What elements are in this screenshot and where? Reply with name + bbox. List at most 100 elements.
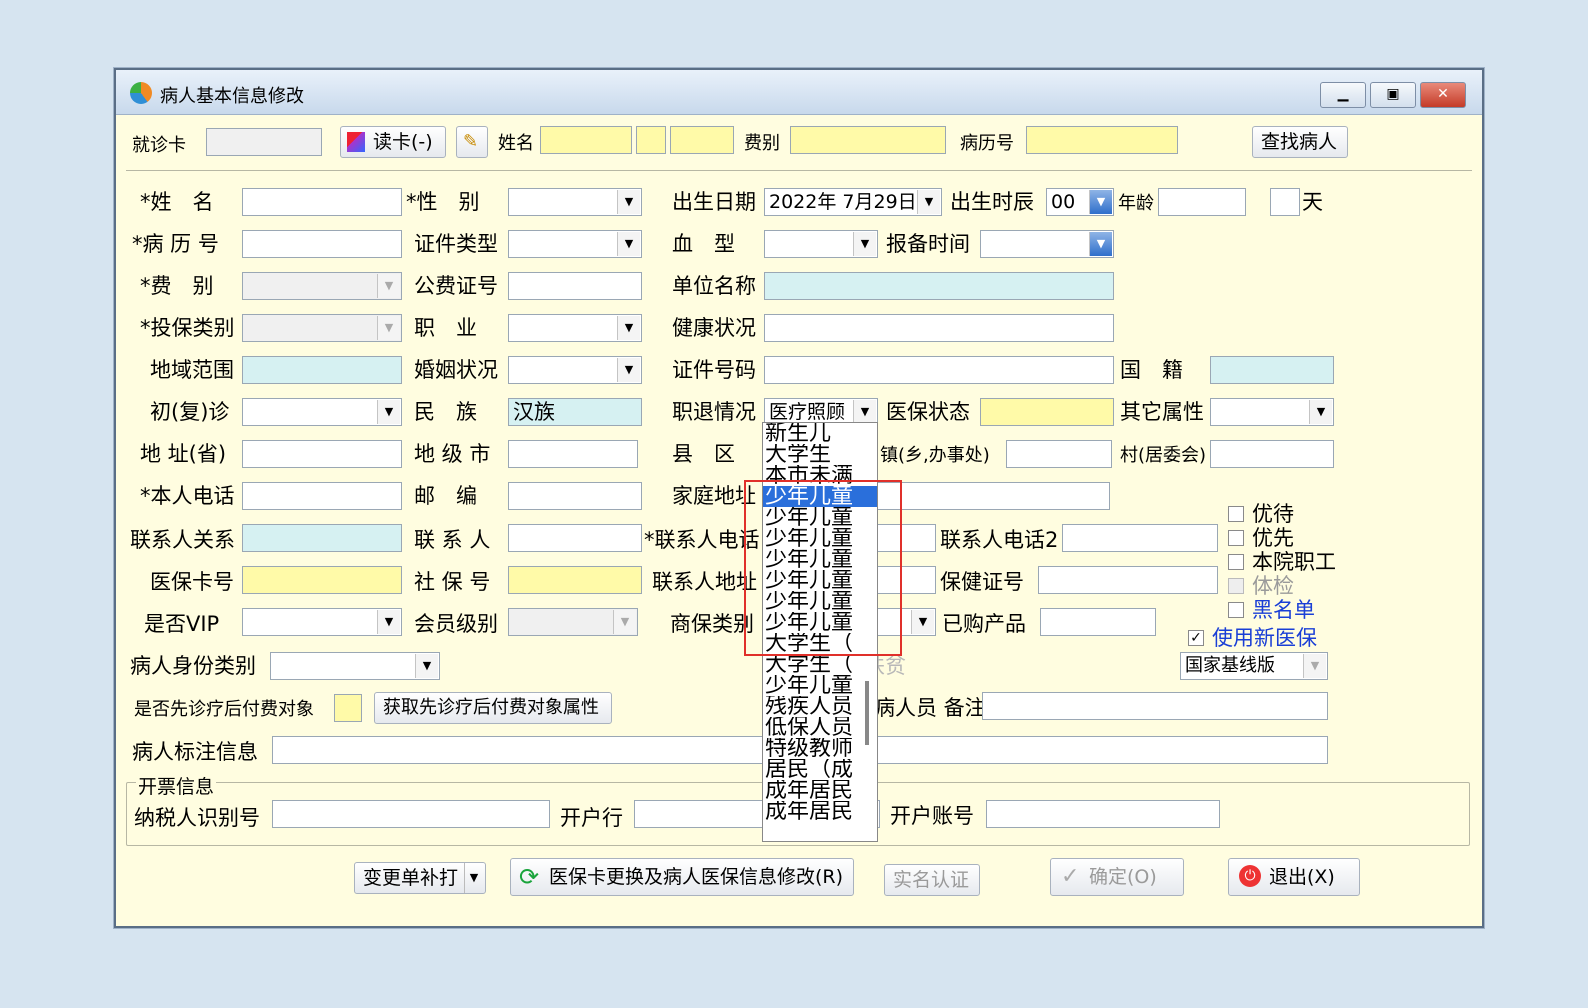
birth-hour-select[interactable]: 00 ▼ bbox=[1046, 188, 1114, 216]
contact-label: 联 系 人 bbox=[414, 528, 491, 552]
visit-select[interactable]: ▼ bbox=[242, 398, 402, 426]
region-field[interactable] bbox=[242, 356, 402, 384]
nationality-field[interactable] bbox=[1210, 356, 1334, 384]
read-card-label: 读卡(-) bbox=[373, 131, 433, 153]
top-name-field-3[interactable] bbox=[670, 126, 734, 154]
gender-select[interactable]: ▼ bbox=[508, 188, 642, 216]
top-name-field[interactable] bbox=[540, 126, 632, 154]
checkbox[interactable] bbox=[1228, 602, 1244, 618]
phone-label: *本人电话 bbox=[140, 484, 235, 508]
reprint-button[interactable]: 变更单补打 ▼ bbox=[354, 862, 486, 894]
town-field[interactable] bbox=[1006, 440, 1112, 468]
dropdown-option[interactable]: 成年居民 bbox=[763, 801, 877, 822]
birth-hour-value: 00 bbox=[1051, 191, 1076, 213]
ok-button[interactable]: ✓ 确定(O) bbox=[1050, 858, 1184, 896]
ethnic-field[interactable]: 汉族 bbox=[508, 398, 642, 426]
contact-rel-field[interactable] bbox=[242, 524, 402, 552]
member-level-select[interactable]: ▼ bbox=[508, 608, 638, 636]
search-patient-button[interactable]: 查找病人 bbox=[1252, 126, 1348, 158]
age-field[interactable] bbox=[1158, 188, 1246, 216]
blood-select[interactable]: ▼ bbox=[764, 230, 878, 258]
dropdown-option[interactable]: 居民（成 bbox=[763, 759, 877, 780]
dropdown-scrollbar[interactable] bbox=[865, 681, 869, 745]
birth-date-picker[interactable]: 2022年 7月29日 ▼ bbox=[764, 188, 942, 216]
social-no-field[interactable] bbox=[508, 566, 642, 594]
fee-type-select[interactable]: ▼ bbox=[242, 272, 402, 300]
other-attr-select[interactable]: ▼ bbox=[1210, 398, 1334, 426]
insure-status-field[interactable] bbox=[980, 398, 1114, 426]
checkbox[interactable] bbox=[1228, 506, 1244, 522]
dropdown-option[interactable]: 特级教师 bbox=[763, 738, 877, 759]
dropdown-option[interactable]: 少年儿童 bbox=[763, 675, 877, 696]
close-button[interactable]: ✕ bbox=[1420, 82, 1466, 108]
contact-phone2-field[interactable] bbox=[1062, 524, 1218, 552]
public-fee-field[interactable] bbox=[508, 272, 642, 300]
tax-id-field[interactable] bbox=[272, 800, 550, 828]
title-bar[interactable]: 病人基本信息修改 ▁ ▣ ✕ bbox=[116, 70, 1482, 115]
maximize-button[interactable]: ▣ bbox=[1370, 82, 1416, 108]
account-field[interactable] bbox=[986, 800, 1220, 828]
contact-field[interactable] bbox=[508, 524, 642, 552]
checkbox[interactable] bbox=[1228, 554, 1244, 570]
read-card-button[interactable]: 读卡(-) bbox=[340, 126, 446, 158]
dropdown-option[interactable]: 低保人员 bbox=[763, 717, 877, 738]
dropdown-option[interactable]: 成年居民 bbox=[763, 780, 877, 801]
phone-field[interactable] bbox=[242, 482, 402, 510]
record-no-label: *病 历 号 bbox=[132, 232, 219, 256]
report-time-select[interactable]: ▼ bbox=[980, 230, 1114, 258]
realname-button[interactable]: 实名认证 bbox=[884, 864, 980, 896]
insure-card-field[interactable] bbox=[242, 566, 402, 594]
health-cert-field[interactable] bbox=[1038, 566, 1218, 594]
purchased-field[interactable] bbox=[1040, 608, 1156, 636]
blood-label: 血 型 bbox=[672, 232, 735, 256]
name-field[interactable] bbox=[242, 188, 402, 216]
top-separator bbox=[126, 170, 1472, 171]
checkbox[interactable] bbox=[1228, 578, 1244, 594]
window-title: 病人基本信息修改 bbox=[160, 86, 304, 107]
minimize-button[interactable]: ▁ bbox=[1320, 82, 1366, 108]
postcode-label: 邮 编 bbox=[414, 484, 477, 508]
card-field[interactable] bbox=[206, 128, 322, 156]
health-field[interactable] bbox=[764, 314, 1114, 342]
power-icon: ⏻ bbox=[1239, 865, 1261, 887]
dropdown-option[interactable]: 新生儿 bbox=[763, 423, 877, 444]
top-fee-field[interactable] bbox=[790, 126, 946, 154]
addr-prov-field[interactable] bbox=[242, 440, 402, 468]
visit-label: 初(复)诊 bbox=[150, 400, 230, 424]
village-field[interactable] bbox=[1210, 440, 1334, 468]
exit-button[interactable]: ⏻ 退出(X) bbox=[1228, 858, 1360, 896]
postcode-field[interactable] bbox=[508, 482, 642, 510]
chevron-down-icon: ▼ bbox=[1089, 232, 1112, 256]
report-time-label: 报备时间 bbox=[886, 232, 970, 256]
clear-button[interactable]: ✎ bbox=[456, 126, 488, 158]
identity-select[interactable]: ▼ bbox=[270, 652, 440, 680]
cert-no-field[interactable] bbox=[764, 356, 1114, 384]
version-select[interactable]: 国家基线版 ▼ bbox=[1180, 652, 1328, 680]
social-no-label: 社 保 号 bbox=[414, 570, 491, 594]
city-field[interactable] bbox=[508, 440, 638, 468]
pay-later-field[interactable] bbox=[334, 694, 362, 722]
top-record-field[interactable] bbox=[1026, 126, 1178, 154]
change-card-button[interactable]: ⟳ 医保卡更换及病人医保信息修改(R) bbox=[510, 858, 854, 896]
top-name-field-2[interactable] bbox=[636, 126, 666, 154]
contact-phone2-label: 联系人电话2 bbox=[940, 528, 1059, 552]
chevron-down-icon: ▼ bbox=[377, 274, 400, 298]
marital-select[interactable]: ▼ bbox=[508, 356, 642, 384]
vip-select[interactable]: ▼ bbox=[242, 608, 402, 636]
work-unit-field[interactable] bbox=[764, 272, 1114, 300]
age-unit-field[interactable] bbox=[1270, 188, 1300, 216]
checkbox[interactable]: ✓ bbox=[1188, 630, 1204, 646]
dropdown-option[interactable]: 残疾人员 bbox=[763, 696, 877, 717]
record-no-field[interactable] bbox=[242, 230, 402, 258]
checkbox-label: 优先 bbox=[1252, 526, 1294, 550]
dropdown-option[interactable]: 大学生 bbox=[763, 444, 877, 465]
insure-type-select[interactable]: ▼ bbox=[242, 314, 402, 342]
job-select[interactable]: ▼ bbox=[508, 314, 642, 342]
chevron-down-icon: ▼ bbox=[377, 400, 400, 424]
chevron-down-icon: ▼ bbox=[853, 232, 876, 256]
staff-note-field[interactable] bbox=[982, 692, 1328, 720]
dropdown-option[interactable]: 大学生（ bbox=[763, 654, 877, 675]
checkbox[interactable] bbox=[1228, 530, 1244, 546]
pay-later-button[interactable]: 获取先诊疗后付费对象属性 bbox=[374, 692, 612, 724]
cert-type-select[interactable]: ▼ bbox=[508, 230, 642, 258]
